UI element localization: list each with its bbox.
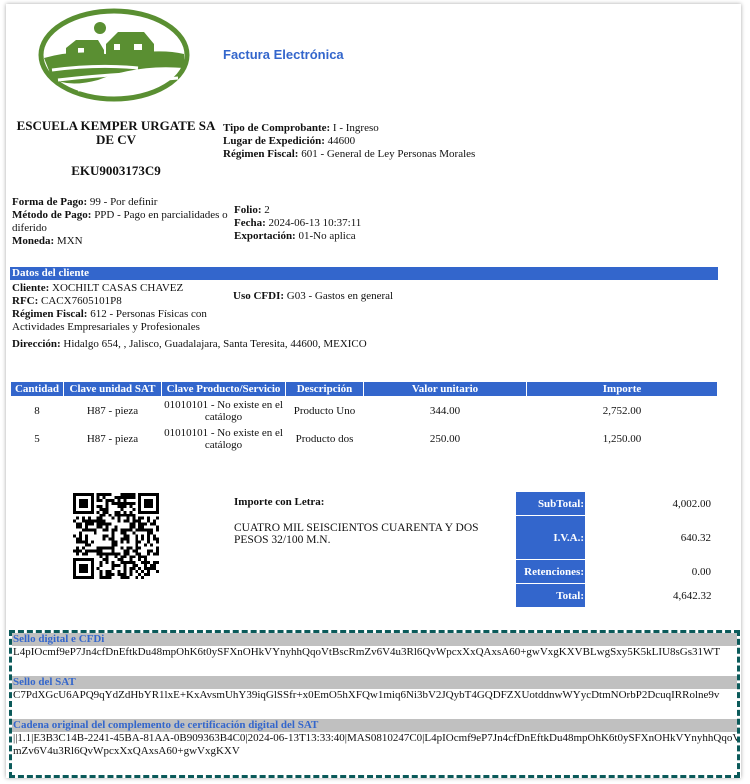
field-label: Tipo de Comprobante: [223, 122, 331, 134]
field-label: Exportación: [234, 230, 296, 242]
field-value: 2 [261, 204, 270, 216]
amount-words: CUATRO MIL SEISCIENTOS CUARENTA Y DOS PE… [234, 522, 479, 546]
cell-product-code: 01010101 - No existe en el catálogo [164, 398, 283, 423]
client-info: Cliente: XOCHILT CASAS CHAVEZ RFC: CACX7… [12, 282, 226, 334]
client-address: Dirección: Hidalgo 654, , Jalisco, Guada… [12, 338, 367, 350]
farm-logo-icon [38, 8, 190, 102]
cell-amount: 2,752.00 [602, 404, 642, 417]
table-header-row: Cantidad Clave unidad SAT Clave Producto… [10, 381, 718, 397]
totals-row: Retenciones: 0.00 [515, 559, 716, 584]
cell-unit: H87 - pieza [86, 432, 139, 445]
field-label: Dirección: [12, 338, 61, 350]
totals-row: Total: 4,642.32 [515, 583, 716, 608]
field-value: 2024-06-13 10:37:11 [265, 217, 362, 229]
items-table: Cantidad Clave unidad SAT Clave Producto… [10, 381, 718, 453]
amount-words-label: Importe con Letra: [234, 496, 325, 508]
total-value: 4,642.32 [673, 589, 712, 602]
column-header: Cantidad [10, 381, 64, 397]
column-header: Clave Producto/Servicio [161, 381, 286, 397]
stamp-header: Sello del SAT [12, 676, 737, 689]
client-rfc: CACX7605101P8 [38, 295, 122, 307]
cell-amount: 1,250.00 [602, 432, 642, 445]
column-header: Descripción [285, 381, 364, 397]
cell-quantity: 5 [34, 432, 40, 445]
payment-info: Forma de Pago: 99 - Por definir Método d… [12, 196, 230, 248]
field-value: 01-No aplica [295, 230, 356, 242]
total-value: 0.00 [691, 565, 711, 578]
client-section-header: Datos del cliente [10, 267, 718, 280]
field-label: Forma de Pago: [12, 196, 88, 208]
field-value: G03 - Gastos en general [284, 290, 394, 302]
issuer-rfc: EKU9003173C9 [71, 163, 161, 178]
field-value: Hidalgo 654, , Jalisco, Guadalajara, San… [60, 338, 367, 350]
stamp-header: Sello digital e CFDi [12, 633, 737, 646]
issuer-name: ESCUELA KEMPER URGATE SA DE CV [16, 118, 216, 147]
digital-stamps-section: Sello digital e CFDi L4pIOcmf9eP7Jn4cfDn… [9, 630, 740, 778]
field-value: I - Ingreso [330, 122, 379, 134]
field-label: Lugar de Expedición: [223, 135, 325, 147]
field-label: Método de Pago: [12, 209, 92, 221]
field-label: Folio: [234, 204, 262, 216]
field-label: Régimen Fiscal: [12, 308, 88, 320]
field-value: 601 - General de Ley Personas Morales [298, 148, 476, 160]
stamp-value: ||1.1|E3B3C14B-2241-45BA-81AA-0B909363B4… [13, 732, 740, 757]
column-header: Importe [526, 381, 718, 397]
cell-quantity: 8 [34, 404, 40, 417]
cell-unit-price: 250.00 [429, 432, 461, 445]
document-title: Factura Electrónica [223, 47, 344, 62]
total-label: Total: [515, 583, 586, 608]
total-label: SubTotal: [515, 491, 586, 516]
field-label: Uso CFDI: [233, 290, 285, 302]
stamp-value: C7PdXGcU6APQ9qYdZdHbYR1lxE+KxAvsmUhY39iq… [13, 689, 720, 701]
total-value: 640.32 [680, 531, 711, 544]
totals-table: SubTotal: 4,002.00 I.V.A.: 640.32 Retencio… [515, 491, 716, 608]
folio-info: Folio: 2 Fecha: 2024-06-13 10:37:11 Expo… [234, 204, 361, 243]
stamp-value: L4pIOcmf9eP7Jn4cfDnEftkDu48mpOhK6t0ySFXn… [13, 646, 721, 658]
uso-cfdi: Uso CFDI: G03 - Gastos en general [233, 290, 393, 302]
totals-row: SubTotal: 4,002.00 [515, 491, 716, 516]
qr-code-icon [73, 493, 159, 579]
field-value: MXN [54, 235, 83, 247]
cell-description: Producto Uno [293, 404, 356, 417]
column-header: Clave unidad SAT [63, 381, 162, 397]
total-value: 4,002.00 [672, 497, 712, 510]
cell-description: Producto dos [295, 432, 354, 445]
client-name: XOCHILT CASAS CHAVEZ [49, 282, 184, 294]
table-row: 5 H87 - pieza 01010101 - No existe en el… [11, 425, 718, 453]
cell-unit-price: 344.00 [429, 404, 461, 417]
field-label: Régimen Fiscal: [223, 148, 299, 160]
totals-row: I.V.A.: 640.32 [515, 515, 716, 560]
field-label: Moneda: [12, 235, 55, 247]
field-value: 99 - Por definir [87, 196, 158, 208]
field-value: 44600 [324, 135, 356, 147]
total-label: Retenciones: [515, 559, 586, 584]
column-header: Valor unitario [363, 381, 527, 397]
table-row: 8 H87 - pieza 01010101 - No existe en el… [11, 397, 718, 425]
cell-product-code: 01010101 - No existe en el catálogo [164, 426, 283, 451]
stamp-header: Cadena original del complemento de certi… [12, 719, 737, 732]
voucher-info: Tipo de Comprobante: I - Ingreso Lugar d… [223, 122, 475, 161]
field-label: RFC: [12, 295, 39, 307]
total-label: I.V.A.: [515, 515, 586, 560]
cell-unit: H87 - pieza [86, 404, 139, 417]
field-label: Cliente: [12, 282, 50, 294]
field-label: Fecha: [234, 217, 266, 229]
